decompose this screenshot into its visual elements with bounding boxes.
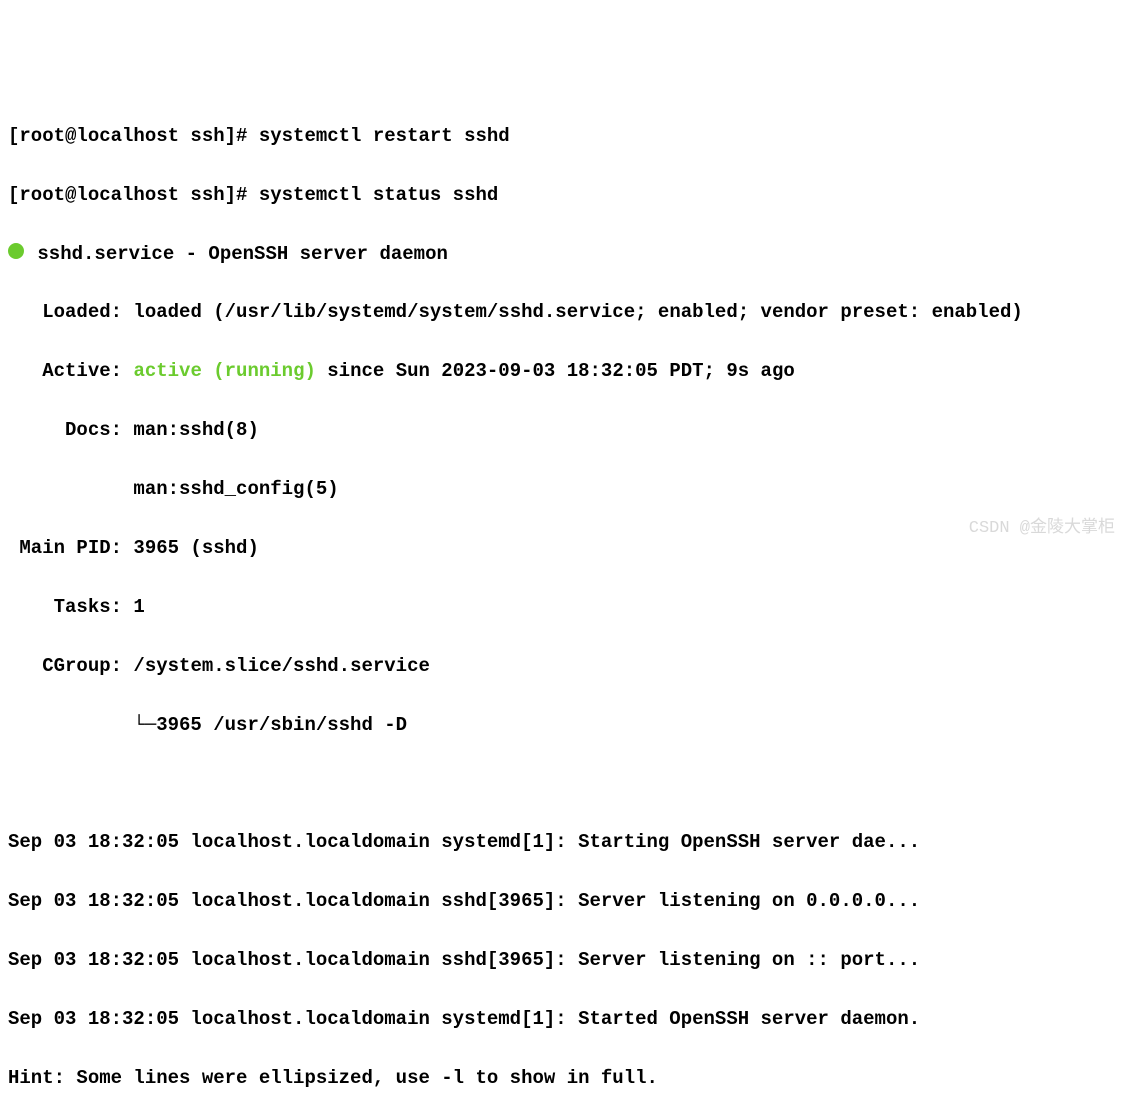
active-state: active (running) [133,360,315,382]
status-active-icon [8,243,24,259]
shell-prompt: [root@localhost ssh]# [8,184,259,206]
active-line: Active: active (running) since Sun 2023-… [8,357,1119,386]
loaded-line: Loaded: loaded (/usr/lib/systemd/system/… [8,298,1119,327]
log-line: Sep 03 18:32:05 localhost.localdomain sy… [8,828,1119,857]
cgroup-line: CGroup: /system.slice/sshd.service [8,652,1119,681]
active-since: since Sun 2023-09-03 18:32:05 PDT; 9s ag… [316,360,795,382]
terminal-line: [root@localhost ssh]# systemctl status s… [8,181,1119,210]
unit-header-line: sshd.service - OpenSSH server daemon [8,240,1119,269]
shell-prompt: [root@localhost ssh]# [8,125,259,147]
command-text: systemctl restart sshd [259,125,510,147]
command-text: systemctl status sshd [259,184,498,206]
mainpid-line: Main PID: 3965 (sshd) [8,534,1119,563]
terminal-line: [root@localhost ssh]# systemctl restart … [8,122,1119,151]
log-line: Sep 03 18:32:05 localhost.localdomain ss… [8,946,1119,975]
cgroup-process-line: └─3965 /usr/sbin/sshd -D [8,711,1119,740]
docs-line-2: man:sshd_config(5) [8,475,1119,504]
docs-line-1: Docs: man:sshd(8) [8,416,1119,445]
unit-header: sshd.service - OpenSSH server daemon [26,243,448,265]
log-line: Sep 03 18:32:05 localhost.localdomain ss… [8,887,1119,916]
blank-line [8,769,1119,798]
watermark-text: CSDN @金陵大掌柜 [969,516,1115,542]
log-line: Sep 03 18:32:05 localhost.localdomain sy… [8,1005,1119,1034]
hint-line: Hint: Some lines were ellipsized, use -l… [8,1064,1119,1093]
tasks-line: Tasks: 1 [8,593,1119,622]
active-label: Active: [8,360,133,382]
